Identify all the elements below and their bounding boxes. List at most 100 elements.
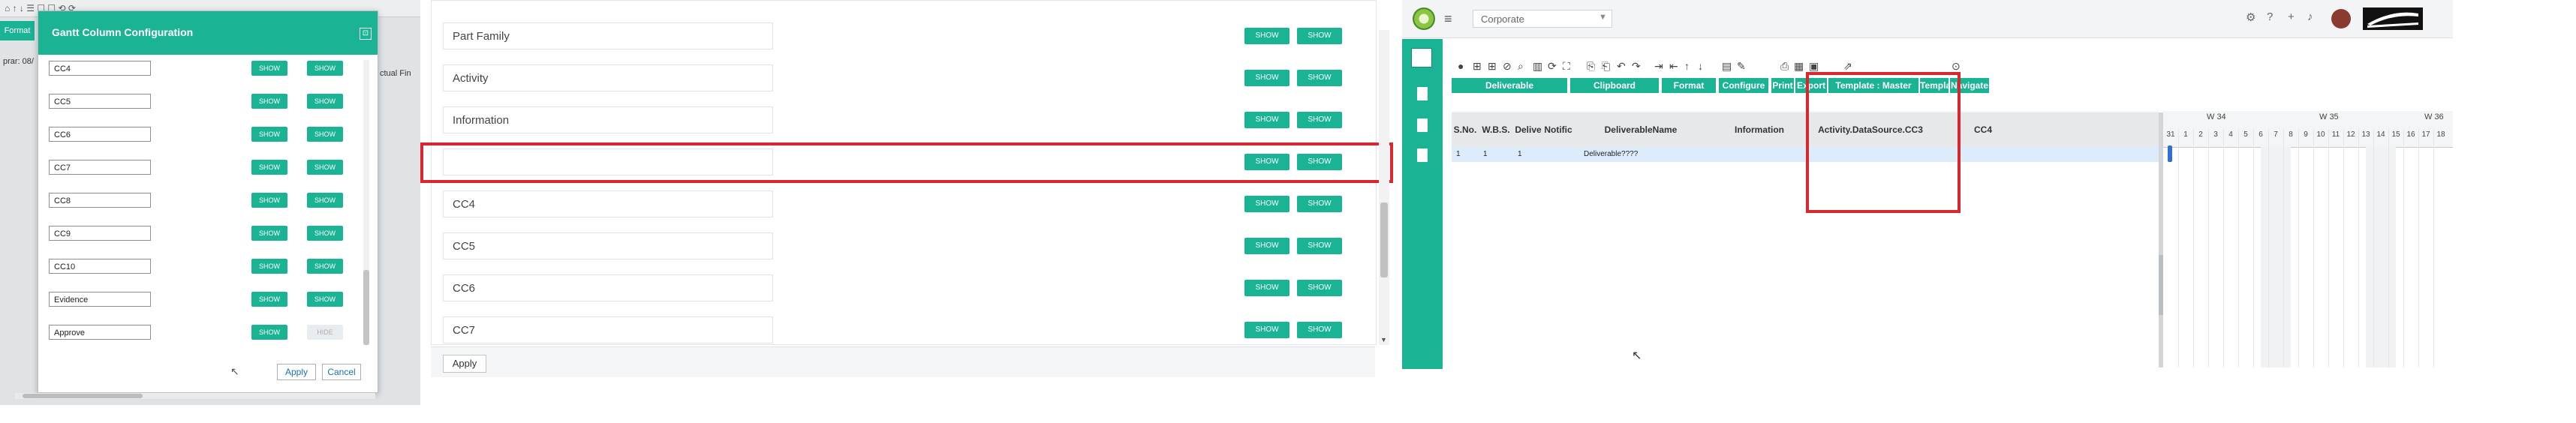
undo-icon[interactable]: ↶	[1617, 60, 1626, 73]
show-button[interactable]: SHOW	[251, 325, 287, 340]
column-field-cc7[interactable]: CC7	[49, 160, 151, 175]
column-field-evidence[interactable]: Evidence	[49, 292, 151, 307]
document-icon[interactable]	[1417, 118, 1428, 132]
template-icon[interactable]: ⇗	[1843, 60, 1852, 73]
show-button[interactable]: SHOW	[251, 61, 287, 76]
gantt-view-icon[interactable]	[1411, 48, 1432, 68]
gear-icon[interactable]: ⚙	[2246, 10, 2256, 24]
column-field-cc6[interactable]: CC6	[443, 274, 773, 302]
format-tab[interactable]: Format	[0, 21, 35, 40]
show-button[interactable]: SHOW	[1244, 70, 1290, 86]
show-button[interactable]: SHOW	[1297, 238, 1342, 254]
show-button[interactable]: SHOW	[251, 226, 287, 241]
organization-select[interactable]: Corporate	[1473, 10, 1612, 28]
show-button[interactable]: SHOW	[251, 292, 287, 307]
show-button[interactable]: SHOW	[307, 259, 343, 274]
show-button[interactable]: SHOW	[1297, 70, 1342, 86]
dialog-scrollbar-thumb[interactable]	[363, 270, 369, 345]
today-marker[interactable]	[2168, 146, 2172, 162]
column-header-deliverable-name[interactable]: DeliverableName	[1573, 112, 1709, 148]
column-header-deliverable[interactable]: Delive	[1513, 112, 1544, 148]
column-field-cc6[interactable]: CC6	[49, 127, 151, 142]
add-child-icon[interactable]: ⊞	[1488, 60, 1497, 73]
show-button[interactable]: SHOW	[1297, 112, 1342, 128]
table-icon[interactable]: ▦	[1794, 60, 1804, 73]
maximize-icon[interactable]: ⊡	[360, 28, 372, 40]
info-icon[interactable]: ●	[1458, 60, 1464, 72]
redo-icon[interactable]: ↷	[1632, 60, 1641, 73]
column-header-sno[interactable]: S.No.	[1452, 112, 1479, 148]
search-icon[interactable]: ⌕	[1518, 60, 1524, 73]
splitter-handle[interactable]	[2159, 255, 2163, 315]
column-field-approve[interactable]: Approve	[49, 325, 151, 340]
cell-deliverable-name[interactable]: Deliverable????	[1573, 147, 1708, 162]
gantt-chart-area[interactable]	[2159, 112, 2453, 368]
show-button[interactable]: SHOW	[1244, 28, 1290, 44]
show-button[interactable]: SHOW	[307, 61, 343, 76]
attach-icon[interactable]: ⊘	[1503, 60, 1512, 73]
list-scrollbar[interactable]	[1379, 30, 1389, 345]
show-button[interactable]: SHOW	[1244, 196, 1290, 212]
avatar[interactable]	[2331, 9, 2351, 28]
column-field-cc4[interactable]: CC4	[443, 190, 773, 218]
move-down-icon[interactable]: ↓	[1698, 60, 1703, 72]
show-button[interactable]: SHOW	[1297, 322, 1342, 338]
outdent-icon[interactable]: ⇤	[1669, 60, 1678, 73]
column-field-cc4[interactable]: CC4	[49, 61, 151, 76]
show-button[interactable]: SHOW	[251, 259, 287, 274]
columns-icon[interactable]: ▤	[1722, 60, 1732, 73]
column-header-information[interactable]: Information	[1708, 112, 1811, 148]
show-button[interactable]: SHOW	[251, 127, 287, 142]
show-button[interactable]: SHOW	[1244, 238, 1290, 254]
plus-icon[interactable]: +	[2288, 10, 2295, 23]
show-button[interactable]: SHOW	[1297, 280, 1342, 296]
document-icon[interactable]	[1417, 148, 1428, 162]
show-button[interactable]: SHOW	[307, 160, 343, 175]
show-button[interactable]: SHOW	[1297, 196, 1342, 212]
column-field-cc8[interactable]: CC8	[49, 193, 151, 208]
add-icon[interactable]: ⊞	[1473, 60, 1482, 73]
show-button[interactable]: SHOW	[307, 94, 343, 109]
cancel-button[interactable]: Cancel	[322, 364, 361, 380]
column-header-wbs[interactable]: W.B.S.	[1479, 112, 1514, 148]
show-button[interactable]: SHOW	[1244, 322, 1290, 338]
show-button[interactable]: SHOW	[1244, 112, 1290, 128]
edit-icon[interactable]: ✎	[1737, 60, 1746, 73]
scroll-down-icon[interactable]: ▼	[1380, 336, 1387, 344]
column-field-cc9[interactable]: CC9	[49, 226, 151, 241]
show-button[interactable]: SHOW	[307, 226, 343, 241]
column-field-information[interactable]: Information	[443, 106, 773, 134]
help-icon[interactable]: ?	[2267, 10, 2273, 23]
column-header-notification[interactable]: Notific	[1543, 112, 1574, 148]
bell-icon[interactable]: ♪	[2307, 10, 2313, 23]
show-button[interactable]: SHOW	[1244, 280, 1290, 296]
menu-icon[interactable]: ≡	[1444, 11, 1452, 27]
horizontal-scrollbar-thumb[interactable]	[23, 394, 143, 398]
show-button[interactable]: SHOW	[251, 94, 287, 109]
move-up-icon[interactable]: ↑	[1684, 60, 1690, 72]
show-button[interactable]: SHOW	[251, 193, 287, 208]
paste-icon[interactable]: ⎗	[1602, 60, 1610, 73]
navigate-icon[interactable]: ⊙	[1952, 60, 1961, 73]
show-button[interactable]: SHOW	[307, 292, 343, 307]
document-icon[interactable]	[1417, 87, 1428, 100]
column-field-cc5[interactable]: CC5	[443, 232, 773, 260]
column-field-activity[interactable]: Activity	[443, 64, 773, 92]
column-field-cc7[interactable]: CC7	[443, 316, 773, 344]
print-icon[interactable]: ⎙	[1780, 60, 1789, 73]
show-button[interactable]: SHOW	[251, 160, 287, 175]
table-row[interactable]	[1452, 147, 2159, 162]
show-button[interactable]: SHOW	[307, 127, 343, 142]
show-button[interactable]: SHOW	[1297, 28, 1342, 44]
list-scrollbar-thumb[interactable]	[1380, 202, 1388, 278]
hide-button[interactable]: HIDE	[307, 325, 343, 340]
copy-icon[interactable]: ⎘	[1587, 60, 1595, 73]
column-field-cc5[interactable]: CC5	[49, 94, 151, 109]
delete-icon[interactable]: ▥	[1533, 60, 1542, 73]
column-field-cc10[interactable]: CC10	[49, 259, 151, 274]
pdf-icon[interactable]: ▣	[1809, 60, 1819, 73]
app-logo[interactable]	[1413, 8, 1435, 30]
indent-icon[interactable]: ⇥	[1654, 60, 1663, 73]
refresh-icon[interactable]: ⟳	[1548, 60, 1557, 73]
fullscreen-icon[interactable]: ⛶	[1563, 60, 1570, 73]
